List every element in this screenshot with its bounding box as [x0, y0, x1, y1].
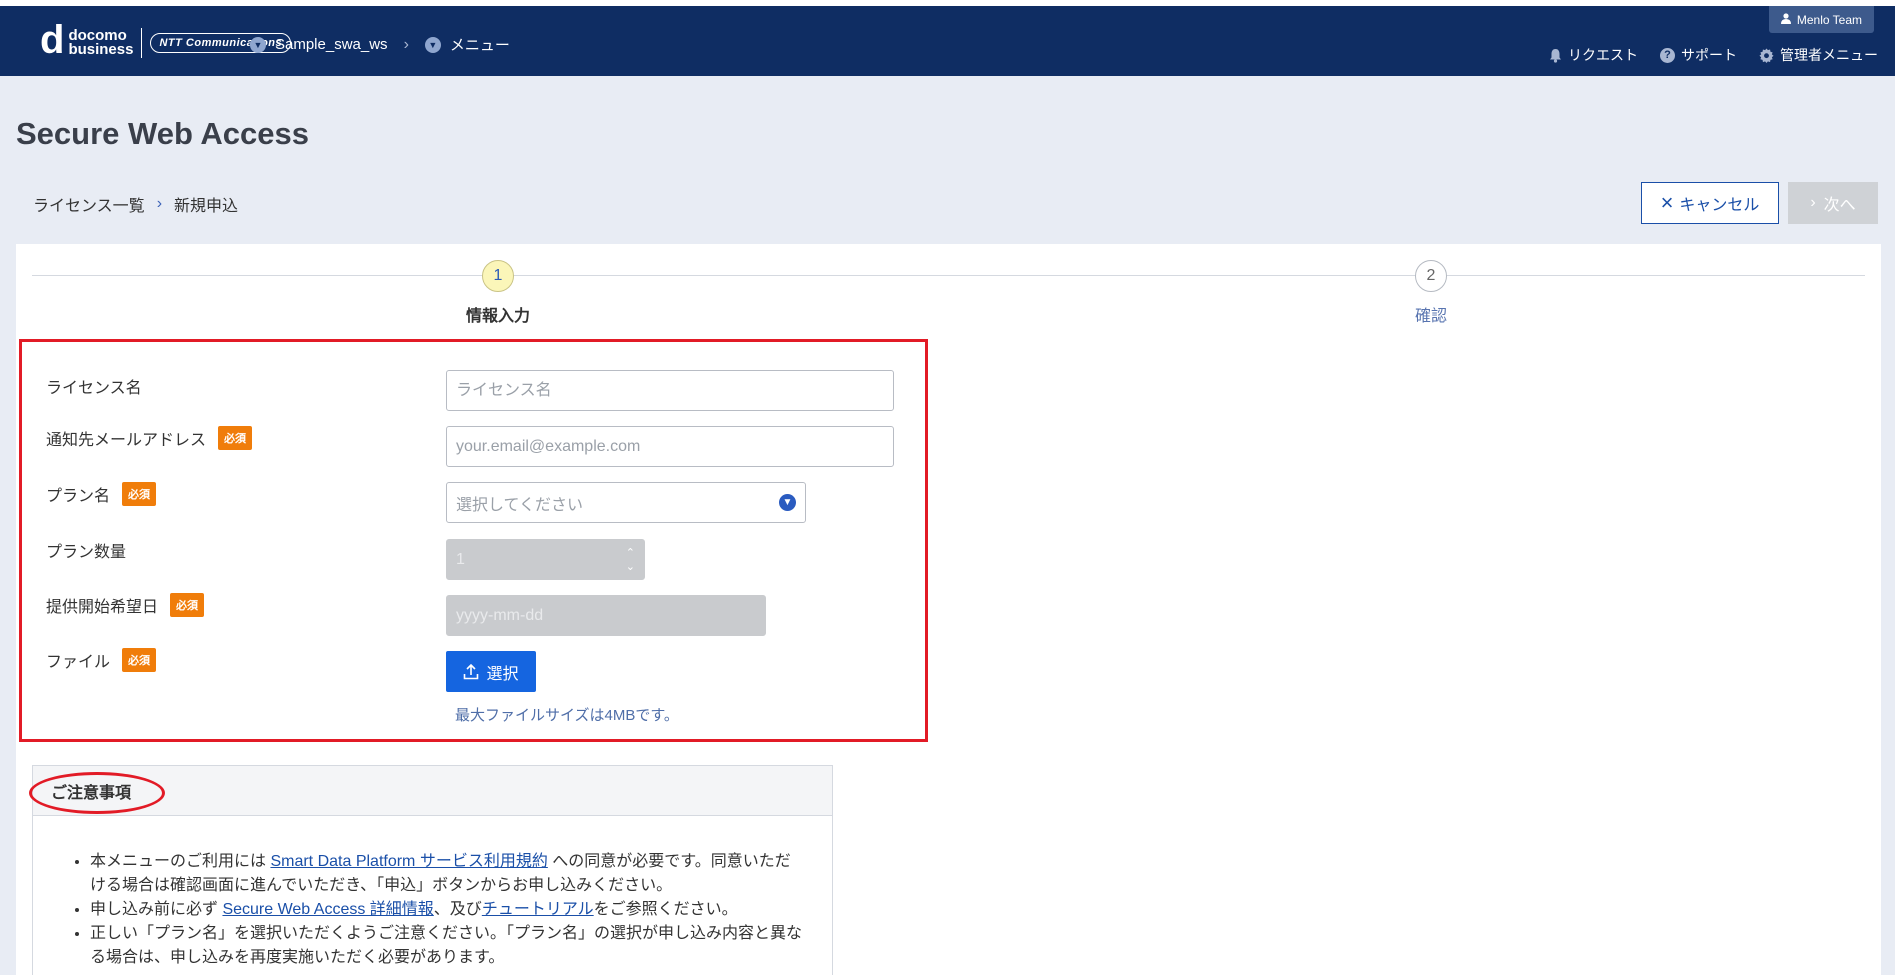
- chevron-down-icon[interactable]: ▼: [424, 36, 441, 53]
- step-1: 1 情報入力: [428, 260, 568, 326]
- user-name: Menlo Team: [1796, 12, 1862, 27]
- highlight-oval: [29, 772, 165, 814]
- quantity-stepper[interactable]: 1 ⌃ ⌄: [446, 539, 645, 580]
- license-name-label: ライセンス名: [46, 380, 142, 397]
- required-badge: 必須: [122, 482, 157, 506]
- admin-menu-label: 管理者メニュー: [1780, 47, 1878, 63]
- chevron-right-icon: ›: [403, 35, 409, 53]
- upload-icon: [463, 663, 479, 680]
- user-icon: [1780, 12, 1791, 27]
- email-label: 通知先メールアドレス 必須: [46, 426, 253, 450]
- step-1-label: 情報入力: [465, 308, 530, 325]
- step-2-number: 2: [1415, 260, 1447, 292]
- support-label: サポート: [1681, 47, 1737, 63]
- start-date-placeholder: yyyy-mm-dd: [456, 606, 544, 624]
- chevron-down-icon[interactable]: ▼: [250, 36, 266, 53]
- plan-select-placeholder: 選択してください: [456, 496, 584, 514]
- menu-selector[interactable]: メニュー: [450, 34, 510, 55]
- list-item: 本メニューのご利用には Smart Data Platform サービス利用規約…: [90, 850, 802, 898]
- plan-select[interactable]: 選択してください ▼: [446, 482, 806, 523]
- list-item: 申し込み前に必ず Secure Web Access 詳細情報、及びチュートリア…: [90, 898, 802, 922]
- file-size-hint: 最大ファイルサイズは4MBです。: [455, 707, 679, 724]
- required-badge: 必須: [218, 426, 253, 450]
- gear-icon: [1759, 47, 1774, 63]
- support-link[interactable]: ? サポート: [1660, 45, 1737, 65]
- list-item: 正しい「プラン名」を選択いただくようご注意ください。「プラン名」の選択が申し込み…: [90, 922, 802, 970]
- spinner-arrows-icon[interactable]: ⌃ ⌄: [626, 546, 635, 574]
- form-panel: 1 情報入力 2 確認 ライセンス名 通知先メールアドレス 必須 プラン名 必須…: [16, 244, 1881, 975]
- help-icon: ?: [1660, 47, 1675, 63]
- start-date-label: 提供開始希望日 必須: [46, 593, 205, 617]
- tutorial-link[interactable]: チュートリアル: [482, 901, 594, 918]
- header-breadcrumb: ▼ Sample_swa_ws › ▼ メニュー: [250, 34, 510, 55]
- form-highlight-box: ライセンス名 通知先メールアドレス 必須 プラン名 必須 選択してください ▼ …: [19, 339, 928, 742]
- page-title: Secure Web Access: [16, 116, 309, 151]
- required-badge: 必須: [170, 593, 205, 617]
- request-link[interactable]: リクエスト: [1549, 45, 1638, 65]
- docomo-d-mark: d: [40, 18, 65, 62]
- bell-icon: [1549, 48, 1562, 63]
- step-1-number: 1: [482, 260, 514, 292]
- stepper-line: [32, 275, 1865, 276]
- logo-divider: [141, 28, 143, 58]
- user-account-badge[interactable]: Menlo Team: [1768, 6, 1874, 33]
- start-date-input[interactable]: yyyy-mm-dd: [446, 595, 766, 636]
- breadcrumb-new-application: 新規申込: [174, 198, 239, 215]
- admin-menu-link[interactable]: 管理者メニュー: [1759, 45, 1878, 65]
- chevron-down-icon: ▼: [779, 494, 796, 511]
- file-select-button[interactable]: 選択: [446, 651, 536, 692]
- cancel-label: キャンセル: [1679, 197, 1760, 214]
- license-name-input[interactable]: [446, 370, 894, 411]
- details-link[interactable]: Secure Web Access 詳細情報: [222, 901, 433, 918]
- notes-section: ご注意事項 本メニューのご利用には Smart Data Platform サー…: [29, 765, 833, 975]
- chevron-right-icon: ›: [1810, 194, 1816, 211]
- global-header: d docomo business NTT Communications ▼ S…: [0, 6, 1895, 76]
- next-button[interactable]: › 次へ: [1788, 182, 1878, 224]
- step-2-label: 確認: [1414, 308, 1447, 325]
- quantity-value: 1: [456, 550, 465, 568]
- workspace-selector[interactable]: Sample_swa_ws: [275, 36, 388, 53]
- request-label: リクエスト: [1568, 47, 1638, 63]
- notes-header: ご注意事項: [29, 766, 832, 816]
- plan-label: プラン名 必須: [46, 482, 157, 506]
- notes-list: 本メニューのご利用には Smart Data Platform サービス利用規約…: [90, 850, 802, 970]
- header-menu: リクエスト ? サポート 管理者メニュー: [1527, 45, 1878, 65]
- required-badge: 必須: [122, 648, 157, 672]
- terms-link[interactable]: Smart Data Platform サービス利用規約: [270, 853, 547, 870]
- cancel-button[interactable]: × キャンセル: [1641, 182, 1779, 224]
- logo-text-bottom: business: [68, 41, 134, 58]
- email-field[interactable]: [446, 426, 894, 467]
- quantity-label: プラン数量: [46, 544, 127, 561]
- chevron-right-icon: ›: [156, 195, 163, 212]
- breadcrumb: ライセンス一覧 › 新規申込: [33, 192, 238, 216]
- step-2: 2 確認: [1361, 260, 1501, 326]
- next-label: 次へ: [1823, 197, 1856, 214]
- file-label: ファイル 必須: [46, 648, 157, 672]
- breadcrumb-license-list[interactable]: ライセンス一覧: [33, 192, 145, 216]
- file-select-label: 選択: [486, 665, 519, 683]
- close-icon: ×: [1660, 190, 1674, 215]
